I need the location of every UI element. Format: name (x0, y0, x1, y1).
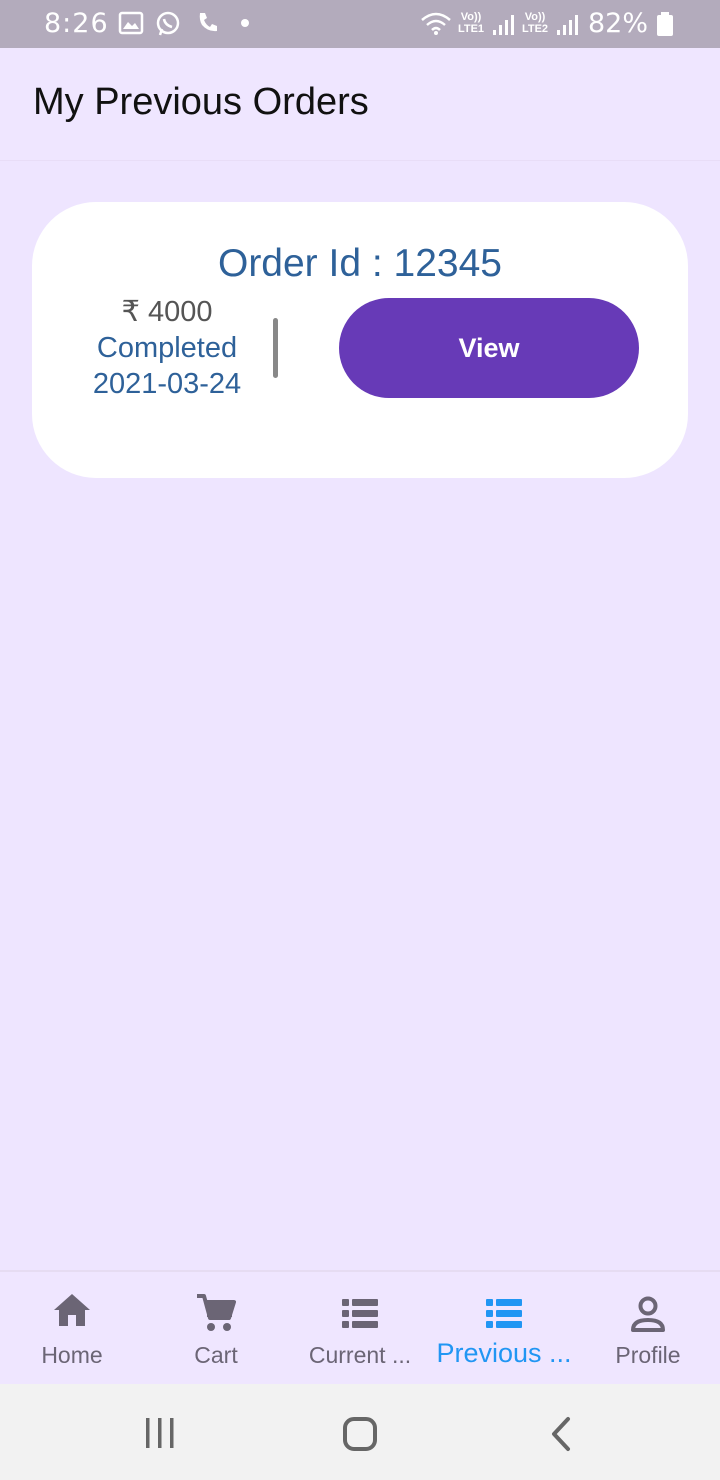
recent-apps-icon[interactable] (142, 1416, 178, 1450)
list-icon (342, 1299, 378, 1328)
order-info: ₹ 4000 Completed 2021-03-24 (52, 294, 282, 402)
home-icon (54, 1294, 90, 1326)
app-bar: My Previous Orders (0, 48, 720, 161)
whatsapp-icon (156, 11, 180, 36)
order-amount: ₹ 4000 (121, 296, 213, 328)
order-id: Order Id : 12345 (217, 242, 502, 285)
order-card: Order Id : 12345 ₹ 4000 Completed 2021-0… (32, 202, 688, 478)
order-date: 2021-03-24 (92, 368, 242, 400)
dot-icon (241, 19, 249, 27)
battery-percent: 82% (588, 8, 649, 39)
page-title: My Previous Orders (33, 81, 369, 123)
nav-item-profile[interactable]: Profile (576, 1272, 720, 1386)
order-status: Completed (96, 332, 238, 364)
status-time: 8:26 (44, 8, 109, 39)
nav-label-cart: Cart (194, 1342, 238, 1368)
sim2-label: Vo)) LTE2 (521, 11, 549, 35)
sim1-label: Vo)) LTE1 (457, 11, 485, 35)
view-order-button[interactable]: View (339, 298, 639, 398)
nav-label-previous-orders: Previous ... (436, 1338, 572, 1368)
wifi-icon (421, 12, 451, 35)
back-icon[interactable] (548, 1416, 576, 1452)
nav-item-previous-orders[interactable]: Previous ... (432, 1272, 576, 1386)
system-navigation-bar (0, 1384, 720, 1480)
nav-item-current-orders[interactable]: Current ... (288, 1272, 432, 1386)
nav-item-cart[interactable]: Cart (144, 1272, 288, 1386)
home-circle-icon[interactable] (342, 1416, 378, 1452)
signal-icon (557, 15, 578, 35)
signal-icon (493, 15, 514, 35)
person-icon (631, 1296, 665, 1332)
nav-label-home: Home (41, 1342, 103, 1368)
nav-label-profile: Profile (615, 1342, 681, 1368)
nav-label-current-orders: Current ... (308, 1342, 412, 1368)
bottom-navigation: Home Cart Current ... Previous ... Profi… (0, 1270, 720, 1386)
phone-icon (199, 13, 217, 32)
gallery-icon (118, 11, 144, 35)
divider (273, 318, 278, 378)
battery-icon (657, 12, 673, 36)
cart-icon (197, 1294, 236, 1331)
list-icon (486, 1299, 522, 1328)
status-bar: 8:26 Vo)) LTE1 Vo)) LTE2 82% (0, 0, 720, 48)
nav-item-home[interactable]: Home (0, 1272, 144, 1386)
